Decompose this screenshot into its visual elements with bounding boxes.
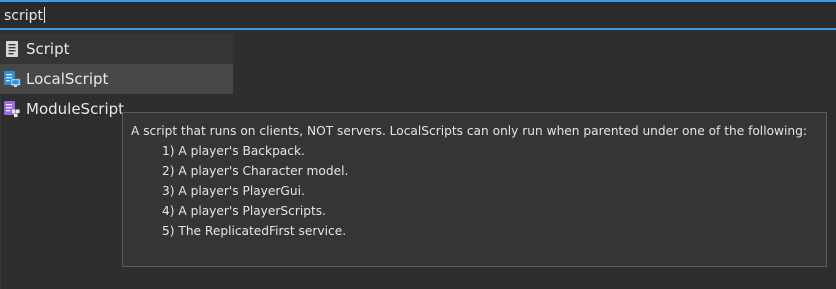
search-results-list: Script LocalScript ModuleScript [0, 34, 233, 124]
result-label: ModuleScript [26, 100, 125, 118]
tooltip-description: A script that runs on clients, NOT serve… [131, 124, 807, 138]
result-item-local-script[interactable]: LocalScript [0, 64, 233, 94]
tooltip-item: 2) A player's Character model. [162, 164, 349, 178]
result-label: LocalScript [26, 70, 109, 88]
search-input[interactable]: script [4, 5, 824, 27]
search-input-text: script [4, 8, 44, 24]
result-label: Script [26, 40, 70, 58]
tooltip-item: 5) The ReplicatedFirst service. [162, 224, 347, 238]
tooltip: A script that runs on clients, NOT serve… [122, 112, 827, 267]
tooltip-item: 1) A player's Backpack. [162, 144, 305, 158]
search-bar[interactable]: script [0, 0, 836, 30]
insert-object-popup: script Script LocalScript ModuleScript A… [0, 0, 836, 289]
local-script-icon [3, 70, 21, 88]
script-icon [3, 40, 21, 58]
result-item-script[interactable]: Script [0, 34, 233, 64]
tooltip-item: 3) A player's PlayerGui. [162, 184, 305, 198]
tooltip-item: 4) A player's PlayerScripts. [162, 204, 326, 218]
module-script-icon [3, 100, 21, 118]
text-caret [44, 7, 46, 23]
